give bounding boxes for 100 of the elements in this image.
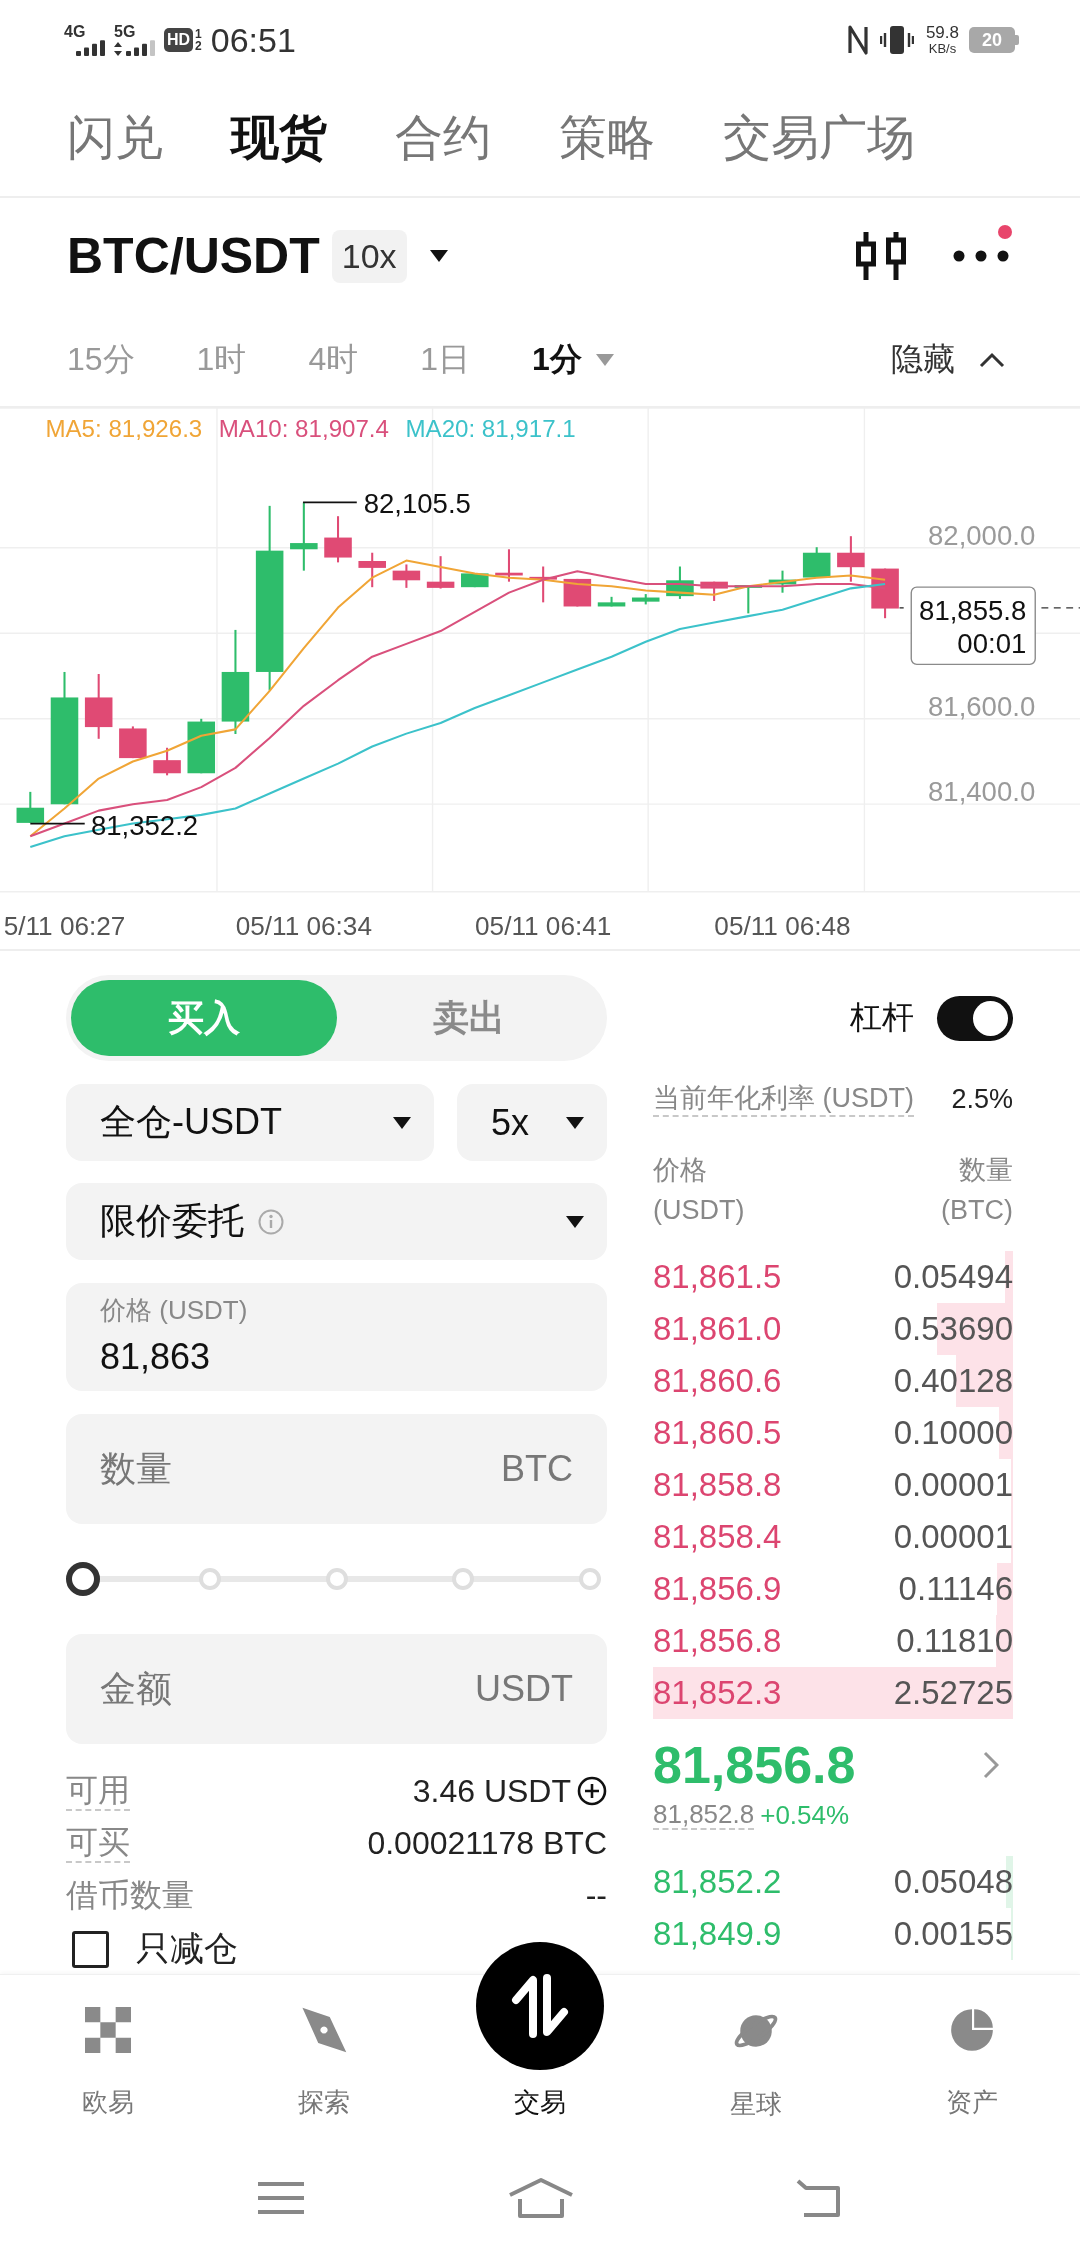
caret-down-icon[interactable] — [429, 250, 448, 262]
x-axis-label: 05/11 06:48 — [714, 911, 851, 942]
candle — [153, 747, 181, 776]
candle — [802, 547, 831, 578]
nav-tab[interactable]: 欧易 — [0, 1975, 216, 2119]
order-book-row[interactable]: 81,852.2 0.05048 — [653, 1856, 1013, 1908]
order-book-row[interactable]: 81,861.5 0.05494 — [653, 1251, 1013, 1303]
x-axis-label: 5/11 06:27 — [3, 911, 126, 942]
last-price: 81,856.8 — [653, 1735, 856, 1795]
y-axis-label: 81,400.0 — [928, 776, 1036, 808]
top-tab[interactable]: 闪兑 — [67, 108, 163, 168]
order-book-row[interactable]: 81,856.9 0.11146 — [653, 1563, 1013, 1615]
sim-label: 2 — [195, 40, 202, 52]
more-icon[interactable] — [953, 250, 1009, 262]
network-speed-unit: KB/s — [928, 42, 957, 56]
nav-tab[interactable]: 星球 — [648, 1975, 864, 2121]
ask-price: 81,858.8 — [653, 1466, 782, 1504]
ma-legend-label: MA5: 81,926.3 — [45, 414, 203, 442]
grid-squares-icon — [85, 2007, 131, 2053]
candle — [290, 502, 318, 571]
order-book-row[interactable]: 81,849.9 0.00155 — [653, 1908, 1013, 1960]
ask-amount: 0.10000 — [893, 1414, 1013, 1452]
nav-tab[interactable]: 探索 — [216, 1975, 432, 2119]
order-book-row[interactable]: 81,858.4 0.00001 — [653, 1511, 1013, 1563]
x-axis-label: 05/11 06:41 — [475, 911, 612, 942]
candle — [392, 564, 421, 588]
bid-amount: 0.00155 — [893, 1915, 1013, 1953]
order-book-row[interactable]: 81,856.8 0.11810 — [653, 1615, 1013, 1667]
reduce-only-checkbox[interactable] — [72, 1930, 109, 1968]
info-value: 0.00021178 BTC — [367, 1824, 607, 1862]
candle — [84, 674, 113, 739]
leader-line — [29, 822, 86, 825]
data-arrows-icon — [114, 42, 122, 56]
info-label: 可用 — [66, 1771, 130, 1811]
plus-circle-icon[interactable] — [577, 1776, 607, 1806]
timeframe-tab[interactable]: 1分 — [532, 338, 614, 382]
candle — [666, 566, 694, 599]
ask-price: 81,860.5 — [653, 1414, 782, 1452]
top-tab[interactable]: 合约 — [395, 108, 491, 168]
candlestick-icon[interactable] — [855, 230, 907, 282]
home-icon[interactable] — [508, 2177, 574, 2219]
signal-icon — [76, 40, 105, 56]
leverage-toggle[interactable] — [937, 995, 1013, 1041]
candle — [495, 549, 523, 582]
pair-title[interactable]: BTC/USDT — [67, 227, 320, 285]
candle — [529, 566, 557, 603]
hide-chart-button[interactable]: 隐藏 — [891, 338, 1005, 382]
ask-amount: 0.40128 — [893, 1362, 1013, 1400]
rate-label: 当前年化利率 (USDT) — [653, 1081, 914, 1117]
info-label: 可买 — [66, 1823, 130, 1863]
top-tab[interactable]: 策略 — [559, 108, 655, 168]
nav-tab[interactable]: 资产 — [864, 1975, 1080, 2119]
network-speed-value: 59.8 — [925, 24, 959, 42]
top-tab[interactable]: 现货 — [231, 108, 327, 168]
order-book-row[interactable]: 81,860.6 0.40128 — [653, 1355, 1013, 1407]
candle — [16, 791, 45, 823]
checkbox-label[interactable]: 只减仓 — [136, 1926, 238, 1972]
candle — [187, 718, 216, 774]
order-book-row[interactable]: 81,852.3 2.52725 — [653, 1667, 1013, 1719]
ask-price: 81,861.5 — [653, 1258, 782, 1296]
chevron-right-icon[interactable] — [983, 1751, 999, 1779]
candle — [837, 536, 865, 582]
menu-icon[interactable] — [258, 2181, 304, 2215]
info-value: 3.46 USDT — [412, 1772, 571, 1810]
compass-icon — [301, 2007, 347, 2053]
order-book-row[interactable]: 81,860.5 0.10000 — [653, 1407, 1013, 1459]
bid-amount: 0.05048 — [893, 1863, 1013, 1901]
ma-legend-label: MA10: 81,907.4 — [218, 414, 389, 442]
network-type-label: 5G — [114, 24, 136, 39]
dashed-price-line — [1040, 607, 1080, 609]
signal-icon — [126, 40, 155, 56]
status-time: 06:51 — [210, 20, 296, 60]
top-tab[interactable]: 交易广场 — [723, 108, 915, 168]
slider-thumb[interactable] — [66, 1562, 100, 1596]
candle — [358, 552, 386, 588]
back-icon[interactable] — [795, 2178, 841, 2218]
price-change: +0.54% — [760, 1799, 850, 1831]
leader-line — [302, 501, 358, 504]
column-header: (BTC) — [941, 1194, 1013, 1227]
caret-down-icon — [566, 1215, 584, 1228]
hd-badge: HD — [164, 28, 194, 52]
ask-price: 81,861.0 — [653, 1310, 782, 1348]
margin-mode-dropdown[interactable]: 全仓-USDT — [66, 1084, 434, 1161]
order-book-row[interactable]: 81,861.0 0.53690 — [653, 1303, 1013, 1355]
candle — [768, 570, 797, 593]
caret-down-icon — [393, 1116, 411, 1129]
y-axis-label: 82,000.0 — [928, 520, 1036, 551]
nav-tab[interactable]: 交易 — [432, 1942, 648, 2119]
leverage-dropdown[interactable]: 5x — [457, 1084, 607, 1161]
network-type-label: 4G — [64, 24, 86, 39]
candle — [631, 594, 660, 605]
candle — [426, 556, 455, 589]
bid-price: 81,849.9 — [653, 1915, 782, 1953]
order-book-row[interactable]: 81,858.8 0.00001 — [653, 1459, 1013, 1511]
order-type-dropdown[interactable]: 限价委托 — [66, 1183, 607, 1260]
ask-amount: 0.05494 — [893, 1258, 1013, 1296]
info-value: -- — [585, 1876, 607, 1914]
field-label: 价格 (USDT) — [100, 1295, 248, 1325]
candle — [119, 726, 147, 759]
y-axis-label: 81,600.0 — [928, 690, 1036, 722]
